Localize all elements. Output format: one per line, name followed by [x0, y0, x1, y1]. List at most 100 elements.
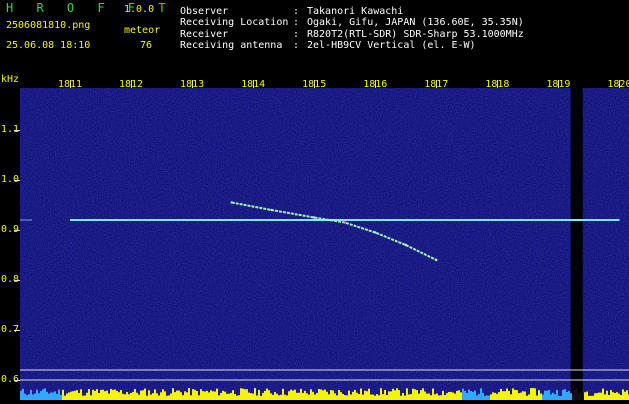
baseline-bar — [304, 390, 306, 400]
baseline-bar — [316, 392, 318, 400]
meteor-trail-point — [230, 201, 233, 204]
baseline-bar — [418, 393, 420, 400]
meteor-trail-point — [313, 216, 316, 219]
baseline-bar — [454, 393, 456, 400]
baseline-bar — [148, 390, 150, 400]
baseline-bar — [512, 388, 514, 400]
baseline-bar — [186, 392, 188, 400]
baseline-bar — [520, 392, 522, 400]
baseline-bar — [84, 395, 86, 400]
baseline-bar — [582, 395, 584, 400]
baseline-bar — [438, 395, 440, 400]
baseline-bar — [498, 392, 500, 400]
baseline-bar — [42, 389, 44, 400]
baseline-bar — [182, 395, 184, 400]
baseline-bar — [286, 395, 288, 400]
baseline-bar — [394, 390, 396, 400]
baseline-bar — [506, 388, 508, 400]
baseline-bar — [372, 394, 374, 400]
baseline-bar — [30, 389, 32, 400]
app-version: 1.0.0 — [124, 4, 155, 15]
baseline-bar — [94, 390, 96, 400]
baseline-bar — [272, 394, 274, 400]
baseline-bar — [38, 393, 40, 400]
baseline-bar — [36, 389, 38, 400]
baseline-bar — [78, 393, 80, 400]
baseline-bar — [234, 393, 236, 400]
count-label: 76 — [140, 40, 153, 51]
baseline-bar — [58, 389, 60, 400]
baseline-bar — [130, 392, 132, 400]
baseline-bar — [442, 390, 444, 400]
baseline-bar — [188, 388, 190, 400]
baseline-bar — [112, 389, 114, 400]
info-key-antenna: Receiving antenna — [180, 40, 283, 51]
baseline-bar — [338, 389, 340, 400]
baseline-bar — [542, 394, 544, 400]
meteor-trail-point — [343, 221, 346, 224]
x-tick-mark — [619, 80, 621, 88]
baseline-bar — [356, 392, 358, 400]
baseline-bar — [308, 394, 310, 400]
baseline-bar — [302, 392, 304, 400]
x-tick-mark — [192, 80, 194, 88]
baseline-bar — [624, 391, 626, 400]
baseline-bar — [292, 390, 294, 400]
baseline-bar — [324, 389, 326, 400]
baseline-bar — [360, 388, 362, 400]
baseline-bar — [564, 389, 566, 400]
baseline-bar — [46, 391, 48, 400]
baseline-bar — [364, 390, 366, 400]
x-tick-mark — [375, 80, 377, 88]
meteor-trail-point — [270, 208, 273, 212]
baseline-bar — [310, 389, 312, 400]
baseline-bar — [452, 392, 454, 400]
baseline-bar — [390, 391, 392, 400]
baseline-bar — [464, 390, 466, 400]
baseline-bar — [484, 395, 486, 400]
x-tick-mark — [314, 80, 316, 88]
baseline-bar — [622, 389, 624, 400]
baseline-bar — [380, 388, 382, 400]
baseline-bar — [382, 394, 384, 400]
baseline-bar — [66, 393, 68, 400]
baseline-bar — [168, 395, 170, 400]
baseline-bar — [20, 390, 22, 400]
baseline-bar — [568, 390, 570, 400]
baseline-bar — [210, 390, 212, 400]
baseline-bar — [602, 388, 604, 400]
baseline-bar — [378, 395, 380, 400]
baseline-bar — [462, 388, 464, 400]
y-unit-label: kHz — [1, 74, 20, 85]
baseline-bar — [446, 393, 448, 400]
baseline-bar — [570, 393, 572, 400]
baseline-bar — [348, 390, 350, 400]
baseline-bar — [546, 390, 548, 400]
baseline-bar — [412, 388, 414, 400]
baseline-bar — [136, 392, 138, 400]
baseline-bar — [436, 393, 438, 400]
baseline-bar — [550, 394, 552, 400]
baseline-bar — [108, 393, 110, 400]
baseline-bar — [140, 390, 142, 400]
baseline-bar — [486, 395, 488, 400]
header-panel: H R O F F T 1.0.0 2506081810.png meteor … — [0, 0, 629, 72]
baseline-bar — [600, 392, 602, 400]
baseline-bar — [300, 388, 302, 400]
baseline-bar — [590, 395, 592, 400]
baseline-bar — [110, 388, 112, 400]
info-key-location: Receiving Location — [180, 17, 289, 28]
baseline-bar — [152, 393, 154, 400]
baseline-bar — [86, 392, 88, 400]
baseline-bar — [118, 392, 120, 400]
baseline-bar — [320, 389, 322, 400]
baseline-bar — [238, 395, 240, 400]
baseline-bar — [60, 395, 62, 400]
baseline-bar — [516, 390, 518, 400]
baseline-bar — [274, 391, 276, 400]
baseline-bar — [290, 389, 292, 400]
baseline-bar — [510, 394, 512, 400]
baseline-bar — [534, 388, 536, 400]
baseline-bar — [470, 391, 472, 400]
baseline-bar — [424, 391, 426, 400]
